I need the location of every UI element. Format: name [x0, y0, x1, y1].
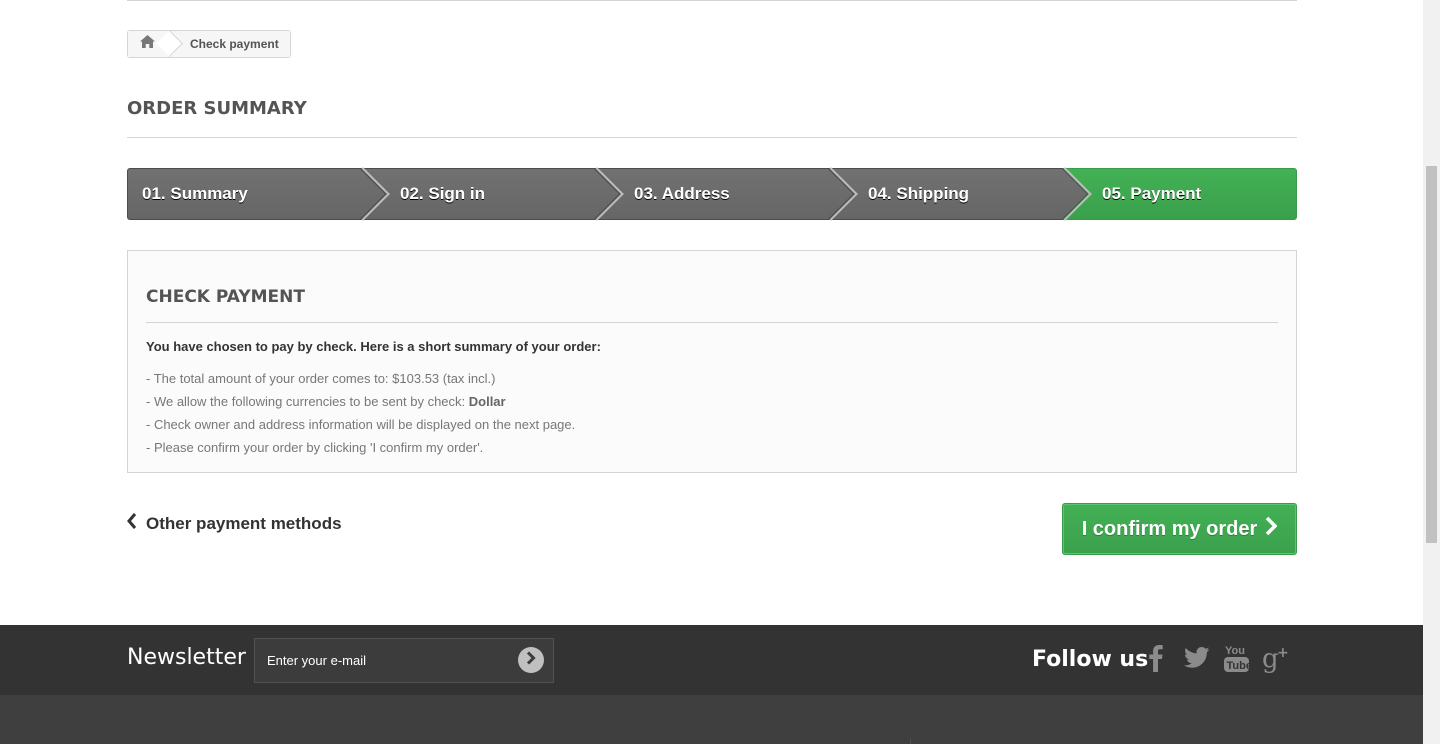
confirm-button-label: I confirm my order	[1081, 517, 1258, 540]
box-title: CHECK PAYMENT	[146, 287, 305, 307]
follow-us-title: Follow us	[1032, 647, 1149, 672]
back-link-label: Other payment methods	[146, 513, 342, 533]
breadcrumb-current: Check payment	[180, 31, 290, 57]
page: Check payment ORDER SUMMARY 01. Summary …	[0, 0, 1423, 744]
step-sign-in[interactable]: 02. Sign in	[361, 167, 624, 221]
top-divider	[127, 0, 1297, 1]
address-info-line: - Check owner and address information wi…	[146, 417, 576, 432]
payment-intro: You have chosen to pay by check. Here is…	[146, 339, 601, 354]
newsletter-title: Newsletter	[127, 645, 246, 670]
step-shipping[interactable]: 04. Shipping	[829, 167, 1092, 221]
footer-bottom	[0, 695, 1423, 744]
facebook-link[interactable]	[1146, 644, 1166, 677]
step-summary[interactable]: 01. Summary	[127, 167, 390, 221]
svg-text:Tube: Tube	[1226, 660, 1249, 672]
breadcrumb: Check payment	[127, 30, 291, 58]
check-payment-box: CHECK PAYMENT You have chosen to pay by …	[127, 250, 1297, 473]
confirm-order-button[interactable]: I confirm my order	[1062, 503, 1297, 555]
twitter-icon	[1183, 646, 1210, 674]
step-label: 05. Payment	[1102, 184, 1202, 203]
google-plus-link[interactable]: g +	[1262, 643, 1290, 678]
other-payment-methods-link[interactable]: Other payment methods	[127, 513, 342, 534]
page-title: ORDER SUMMARY	[127, 98, 307, 119]
currency-line: - We allow the following currencies to b…	[146, 394, 575, 417]
breadcrumb-separator	[166, 31, 180, 57]
youtube-link[interactable]: You Tube	[1223, 643, 1251, 678]
confirm-instruction-line: - Please confirm your order by clicking …	[146, 440, 484, 455]
facebook-icon	[1149, 644, 1163, 677]
box-divider	[146, 322, 1278, 323]
step-label: 04. Shipping	[868, 184, 970, 203]
payment-details: - The total amount of your order comes t…	[146, 371, 575, 463]
scrollbar-thumb[interactable]	[1426, 166, 1437, 543]
svg-text:You: You	[1225, 645, 1245, 657]
newsletter-email-input[interactable]	[255, 639, 505, 682]
heading-divider	[127, 137, 1297, 138]
twitter-link[interactable]	[1183, 645, 1210, 675]
newsletter-form	[254, 638, 554, 683]
checkout-steps: 01. Summary 02. Sign in 03. Address 04. …	[127, 167, 1297, 221]
step-label: 01. Summary	[142, 184, 248, 203]
chevron-right-icon	[1265, 516, 1278, 542]
footer-column-divider	[910, 739, 911, 744]
svg-text:+: +	[1277, 645, 1289, 661]
youtube-icon: You Tube	[1223, 643, 1251, 678]
step-payment: 05. Payment	[1063, 168, 1297, 220]
currency-value: Dollar	[468, 394, 506, 409]
newsletter-submit-button[interactable]	[518, 647, 544, 673]
google-plus-icon: g +	[1262, 643, 1290, 678]
step-label: 02. Sign in	[400, 184, 486, 203]
currency-line-text: - We allow the following currencies to b…	[146, 394, 469, 409]
home-icon	[139, 35, 155, 53]
chevron-right-icon	[526, 650, 536, 670]
step-label: 03. Address	[634, 184, 730, 203]
chevron-left-icon	[127, 513, 137, 534]
order-total-line: - The total amount of your order comes t…	[146, 371, 496, 386]
step-address[interactable]: 03. Address	[595, 167, 858, 221]
